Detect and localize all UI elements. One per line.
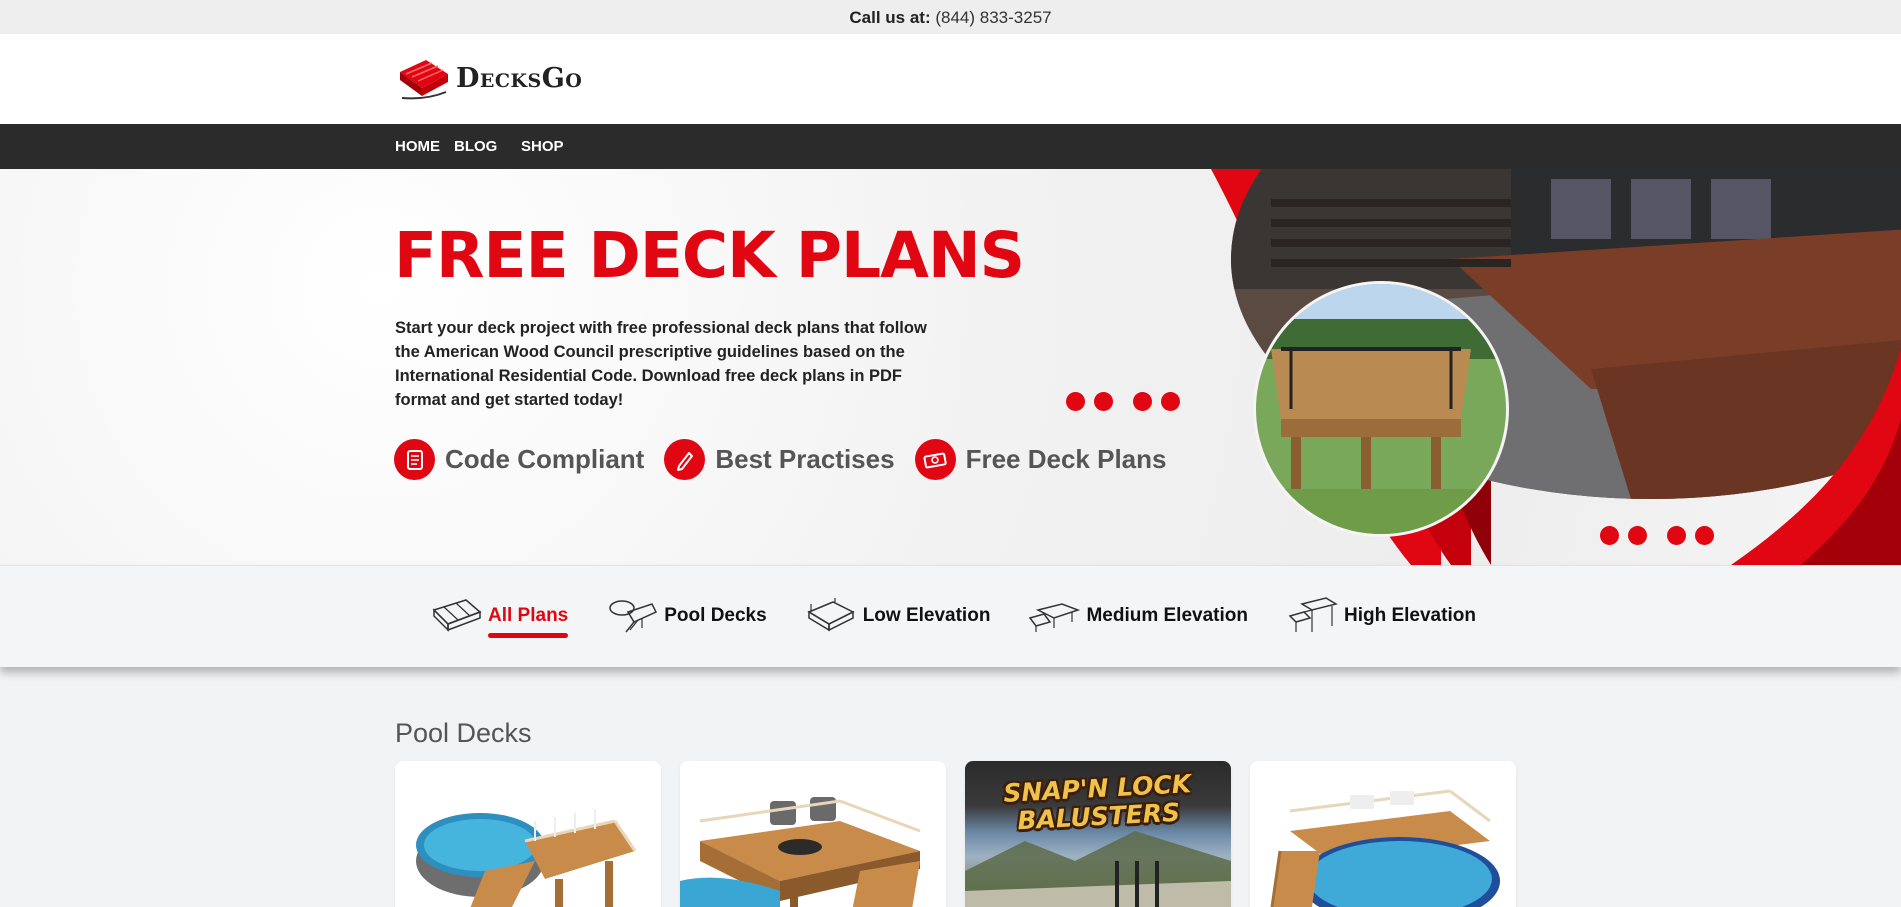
site-header: DecksGo: [0, 34, 1901, 124]
filter-label: Pool Decks: [664, 605, 767, 626]
hero-feature-list: Code Compliant Best Practises Free Deck …: [394, 439, 1186, 480]
feature-label: Free Deck Plans: [965, 444, 1167, 474]
plan-filter-bar: All Plans Pool Decks Low Elevation Mediu…: [0, 565, 1901, 667]
dot: [1628, 526, 1647, 545]
plan-card[interactable]: [680, 761, 946, 907]
filter-all-plans[interactable]: All Plans: [430, 596, 569, 638]
call-us-label: Call us at:: [849, 8, 931, 27]
site-logo[interactable]: DecksGo: [396, 54, 582, 102]
logo-text: DecksGo: [456, 62, 583, 94]
document-icon: [394, 439, 435, 480]
feature-label: Code Compliant: [445, 444, 645, 474]
section-title: Pool Decks: [395, 718, 532, 748]
filter-label: All Plans: [488, 605, 569, 638]
phone-number[interactable]: (844) 833-3257: [935, 8, 1051, 27]
snap-n-lock-ad-card[interactable]: SNAP'N LOCK BALUSTERS: [965, 761, 1231, 907]
mountain-landscape-image: [965, 831, 1231, 907]
hero-deck-photo-collage: [1031, 169, 1901, 565]
hero-title: FREE DECK PLANS: [394, 219, 1025, 292]
main-nav: HOME BLOG SHOP: [0, 124, 1901, 169]
nav-shop[interactable]: SHOP: [521, 124, 564, 169]
nav-home[interactable]: HOME: [395, 124, 440, 169]
dot: [1667, 526, 1686, 545]
filter-high-elevation[interactable]: High Elevation: [1286, 596, 1476, 636]
filter-medium-elevation[interactable]: Medium Elevation: [1028, 596, 1248, 636]
filter-label: Medium Elevation: [1086, 605, 1248, 626]
medium-deck-icon: [1028, 596, 1081, 636]
dot: [1600, 526, 1619, 545]
feature-free-deck-plans: Free Deck Plans: [914, 439, 1167, 480]
plan-card[interactable]: [1250, 761, 1516, 907]
money-icon: [914, 439, 956, 480]
feature-best-practises: Best Practises: [664, 439, 895, 480]
high-deck-icon: [1286, 596, 1338, 636]
low-deck-icon: [805, 596, 857, 636]
decorative-dots-right: [1600, 526, 1723, 545]
pool-deck-icon: [606, 596, 658, 636]
decorative-dots-left: [1066, 392, 1189, 411]
logo-mark-icon: [396, 54, 454, 102]
dot: [1094, 392, 1113, 411]
dot: [1133, 392, 1152, 411]
round-pool-deck-image: [416, 809, 637, 907]
deck-boards-icon: [430, 596, 482, 636]
top-contact-bar: Call us at: (844) 833-3257: [0, 0, 1901, 34]
dot: [1066, 392, 1085, 411]
hero-section: FREE DECK PLANS Start your deck project …: [0, 169, 1901, 565]
filter-pool-decks[interactable]: Pool Decks: [606, 596, 767, 636]
dot: [1161, 392, 1180, 411]
nav-blog[interactable]: BLOG: [454, 124, 497, 169]
feature-label: Best Practises: [715, 444, 895, 474]
plan-card-grid: SNAP'N LOCK BALUSTERS: [395, 761, 1535, 907]
wraparound-pool-deck-image: [1270, 789, 1500, 907]
filter-list: All Plans Pool Decks Low Elevation Mediu…: [430, 596, 1514, 638]
pool-deck-lounge-image: [680, 797, 921, 907]
feature-code-compliant: Code Compliant: [394, 439, 644, 480]
hero-description: Start your deck project with free profes…: [395, 319, 927, 409]
filter-label: High Elevation: [1343, 605, 1476, 626]
pencil-icon: [664, 439, 706, 480]
dot: [1695, 526, 1714, 545]
plan-card[interactable]: [395, 761, 661, 907]
filter-label: Low Elevation: [862, 605, 991, 626]
filter-low-elevation[interactable]: Low Elevation: [805, 596, 991, 636]
